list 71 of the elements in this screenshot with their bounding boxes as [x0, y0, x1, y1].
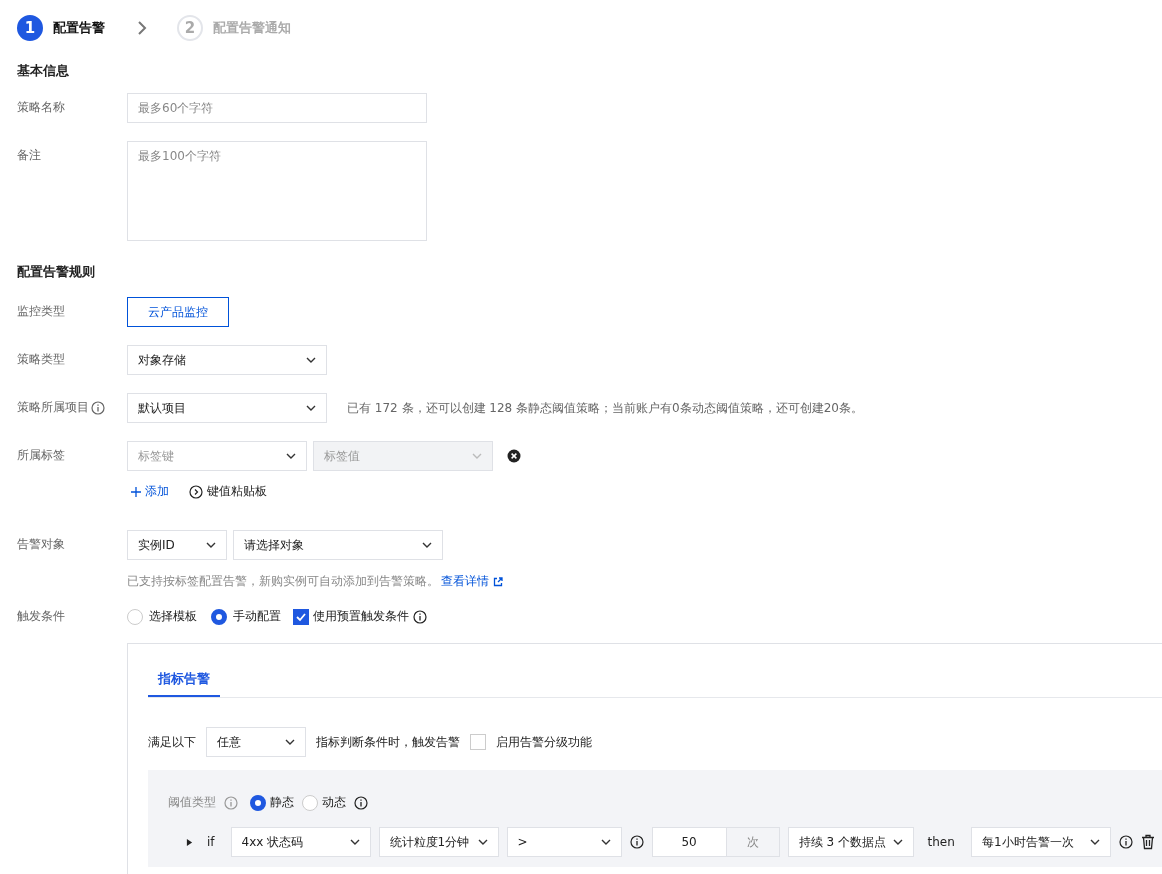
- step-number: 1: [17, 15, 43, 41]
- chevron-down-icon: [472, 453, 482, 459]
- checkbox-label: 使用预置触发条件: [313, 608, 409, 625]
- chevron-down-icon: [306, 357, 316, 363]
- clipboard-link[interactable]: 键值粘贴板: [189, 483, 267, 500]
- field-label: 策略名称: [17, 99, 66, 116]
- step-label[interactable]: 配置告警: [53, 19, 105, 37]
- policy-name-field[interactable]: 最多60个字符: [127, 93, 427, 123]
- radio-button[interactable]: [250, 794, 266, 811]
- condition-text: 满足以下: [148, 733, 196, 751]
- details-link[interactable]: 查看详情: [441, 573, 489, 590]
- add-tag-link[interactable]: 添加: [131, 483, 169, 500]
- expand-icon[interactable]: [186, 837, 193, 847]
- info-icon[interactable]: [413, 609, 427, 624]
- remark-field[interactable]: 最多100个字符: [127, 141, 427, 241]
- chevron-circle-icon: [189, 484, 203, 499]
- chevron-down-icon: [349, 839, 360, 845]
- metric-select[interactable]: 4xx 状态码: [230, 827, 371, 857]
- field-label: 策略所属项目: [17, 399, 89, 416]
- section-title: 配置告警规则: [17, 263, 96, 281]
- tab[interactable]: 指标告警: [148, 666, 220, 697]
- field-label: 告警对象: [17, 536, 66, 553]
- chevron-down-icon: [306, 405, 316, 411]
- frequency-select[interactable]: 每1小时告警一次: [970, 827, 1111, 857]
- radio-label: 选择模板: [149, 608, 197, 625]
- keyword: if: [207, 835, 215, 849]
- condition-text: 指标判断条件时，触发告警: [316, 733, 460, 751]
- target-type-select[interactable]: 实例ID: [127, 530, 227, 560]
- info-icon[interactable]: [354, 795, 368, 810]
- hint-text: 已支持按标签配置告警，新购实例可自动添加到告警策略。: [127, 573, 439, 590]
- field-label: 备注: [17, 147, 42, 164]
- chevron-down-icon: [477, 839, 488, 845]
- match-select[interactable]: 任意: [206, 727, 306, 757]
- chevron-down-icon: [206, 542, 216, 548]
- keyword: then: [927, 835, 955, 849]
- monitor-type-button[interactable]: 云产品监控: [127, 297, 229, 327]
- unit-label: 次: [725, 828, 779, 856]
- radio-label: 静态: [270, 794, 294, 811]
- field-label: 策略类型: [17, 351, 66, 368]
- operator-select[interactable]: >: [506, 827, 622, 857]
- info-icon[interactable]: [1118, 835, 1133, 849]
- step-number: 2: [177, 15, 203, 41]
- chevron-down-icon: [600, 839, 611, 845]
- checkbox[interactable]: [293, 608, 309, 625]
- checkbox-label: 启用告警分级功能: [496, 733, 592, 751]
- radio-button[interactable]: [211, 608, 227, 625]
- clear-icon[interactable]: [507, 449, 521, 463]
- plus-icon: [131, 486, 141, 497]
- quota-note: 已有 172 条，还可以创建 128 条静态阈值策略；当前账户有0条动态阈值策略，还可创建20条。: [347, 400, 863, 417]
- field-label: 监控类型: [17, 303, 66, 320]
- chevron-down-icon: [286, 453, 296, 459]
- chevron-down-icon: [1089, 839, 1100, 845]
- chevron-right-icon: [137, 21, 147, 35]
- threshold-field[interactable]: 50 次: [651, 827, 780, 857]
- info-icon[interactable]: [629, 835, 644, 849]
- chevron-down-icon: [892, 839, 903, 845]
- field-label: 阈值类型: [168, 794, 216, 811]
- policy-type-select[interactable]: 对象存储: [127, 345, 327, 375]
- granularity-select[interactable]: 统计粒度1分钟: [378, 827, 499, 857]
- project-select[interactable]: 默认项目: [127, 393, 327, 423]
- target-object-select[interactable]: 请选择对象: [233, 530, 443, 560]
- radio-label: 动态: [322, 794, 346, 811]
- chevron-down-icon: [285, 739, 295, 745]
- delete-icon[interactable]: [1140, 834, 1155, 850]
- duration-select[interactable]: 持续 3 个数据点: [787, 827, 914, 857]
- field-label: 所属标签: [17, 447, 66, 464]
- radio-label: 手动配置: [233, 608, 281, 625]
- field-label: 触发条件: [17, 608, 66, 625]
- section-title: 基本信息: [17, 62, 70, 80]
- external-link-icon: [493, 576, 503, 587]
- chevron-down-icon: [422, 542, 432, 548]
